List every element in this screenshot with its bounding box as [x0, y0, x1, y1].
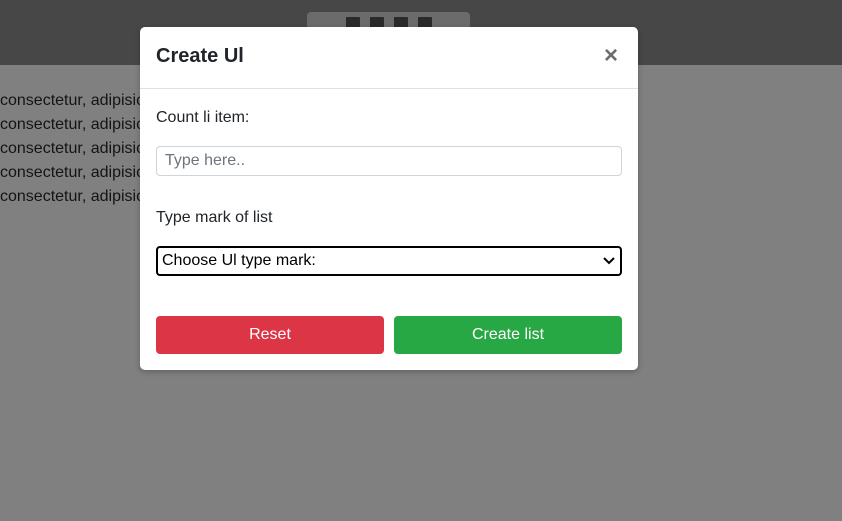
mark-type-select[interactable]: Choose Ul type mark:: [156, 246, 622, 276]
background-line: consectetur, adipisicing elit.: [0, 188, 140, 205]
background-line: consectetur, adipisicing elit.: [0, 92, 140, 109]
count-input[interactable]: [156, 146, 622, 176]
mark-label: Type mark of list: [156, 209, 273, 226]
background-line: consectetur, adipisicing elit.: [0, 116, 140, 133]
count-label: Count li item:: [156, 109, 250, 126]
close-button[interactable]: ×: [600, 43, 622, 69]
background-line: consectetur, adipisicing elit.: [0, 164, 140, 181]
modal-title: Create Ul: [156, 45, 244, 67]
background-line: consectetur, adipisicing elit.: [0, 140, 140, 157]
chevron-down-icon: [602, 254, 616, 268]
page: consectetur, adipisicing elit. consectet…: [0, 0, 842, 521]
create-ul-modal: Create Ul × Count li item: Type mark of …: [140, 27, 638, 370]
background-text: consectetur, adipisicing elit. consectet…: [0, 89, 140, 209]
modal-header: Create Ul ×: [140, 27, 638, 89]
reset-button[interactable]: Reset: [156, 316, 384, 354]
create-list-button[interactable]: Create list: [394, 316, 622, 354]
mark-type-select-value: Choose Ul type mark:: [162, 252, 316, 269]
